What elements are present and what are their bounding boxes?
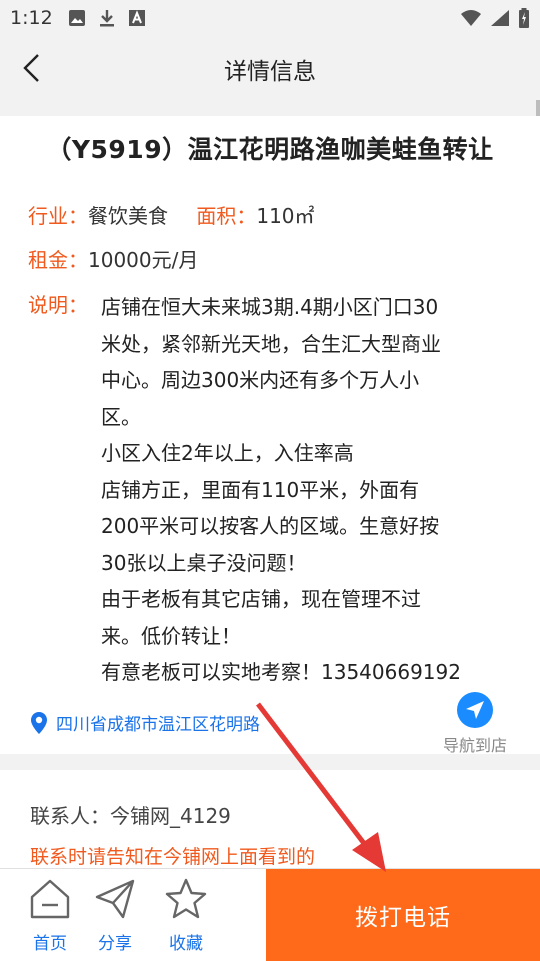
signal-icon — [491, 10, 509, 26]
description-line: 来。低价转让！ — [101, 623, 241, 648]
industry-value: 餐饮美食 — [88, 204, 168, 228]
industry-row: 行业：餐饮美食 面积：110㎡ — [28, 200, 315, 229]
description-line: 200平米可以按客人的区域。生意好按 — [101, 514, 440, 538]
location-pin-icon — [31, 711, 47, 734]
navigate-label: 导航到店 — [442, 736, 507, 755]
description-line: 店铺方正，里面有110平米，外面有 — [101, 477, 420, 502]
description-line: 区。 — [101, 404, 141, 429]
description-label: 说明： — [28, 293, 88, 317]
tab-share[interactable]: 分享 — [85, 877, 145, 954]
tab-home[interactable]: 首页 — [20, 877, 80, 954]
bottom-bar: 首页 分享 收藏 拨打电话 — [0, 868, 540, 961]
description-line: 店铺在恒大未来城3期.4期小区门口30 — [101, 295, 439, 319]
contact-section: 联系人：今铺网_4129 联系时请告知在今铺网上面看到的 — [0, 770, 540, 870]
share-icon — [95, 879, 135, 919]
notification-icons — [68, 9, 146, 27]
tab-home-label: 首页 — [33, 934, 67, 954]
navigate-circle — [457, 692, 493, 728]
status-time: 1:12 — [10, 7, 53, 29]
address-text: 四川省成都市温江区花明路 — [56, 715, 260, 735]
navigation-arrow-icon — [466, 701, 484, 719]
tab-favorite[interactable]: 收藏 — [156, 877, 216, 954]
tab-share-label: 分享 — [98, 934, 132, 954]
battery-icon — [519, 8, 529, 28]
wifi-icon — [461, 10, 481, 26]
star-icon — [165, 878, 207, 919]
description-line: 中心。周边300米内还有多个万人小 — [101, 368, 420, 392]
page-title: 详情信息 — [224, 59, 316, 85]
rent-value: 10000元/月 — [88, 248, 199, 272]
home-icon — [30, 879, 70, 919]
description-line: 30张以上桌子没问题！ — [101, 550, 307, 575]
contact-tip: 联系时请告知在今铺网上面看到的 — [30, 846, 316, 868]
call-button[interactable]: 拨打电话 — [266, 869, 540, 961]
download-icon — [100, 10, 114, 27]
tab-favorite-label: 收藏 — [169, 934, 203, 954]
description-line: 小区入住2年以上，入住率高 — [101, 441, 354, 465]
system-icons — [460, 8, 530, 28]
description: 店铺在恒大未来城3期.4期小区门口30 米处，紧邻新光天地，合生汇大型商业 中心… — [101, 289, 521, 691]
description-line: 由于老板有其它店铺，现在管理不过 — [101, 587, 421, 611]
header: 详情信息 — [0, 36, 540, 100]
description-line[interactable]: 有意老板可以实地考察！13540669192 — [101, 654, 521, 691]
rent-label: 租金： — [28, 248, 88, 272]
status-bar: 1:12 — [0, 0, 540, 36]
listing-title: （Y5919）温江花明路渔咖美蛙鱼转让 — [46, 135, 494, 164]
industry-label: 行业： — [28, 204, 88, 228]
navigate-button[interactable]: 导航到店 — [430, 692, 520, 756]
description-line: 米处，紧邻新光天地，合生汇大型商业 — [101, 331, 441, 356]
contact-person: 联系人：今铺网_4129 — [30, 804, 231, 828]
rent-row: 租金：10000元/月 — [28, 244, 198, 273]
area-label: 面积： — [196, 204, 257, 228]
area-value: 110㎡ — [256, 204, 315, 228]
app-a-icon — [129, 10, 145, 26]
address-row[interactable]: 四川省成都市温江区花明路 — [30, 710, 260, 735]
image-icon — [69, 10, 85, 26]
listing-card: （Y5919）温江花明路渔咖美蛙鱼转让 行业：餐饮美食 面积：110㎡ 租金：1… — [0, 116, 540, 756]
